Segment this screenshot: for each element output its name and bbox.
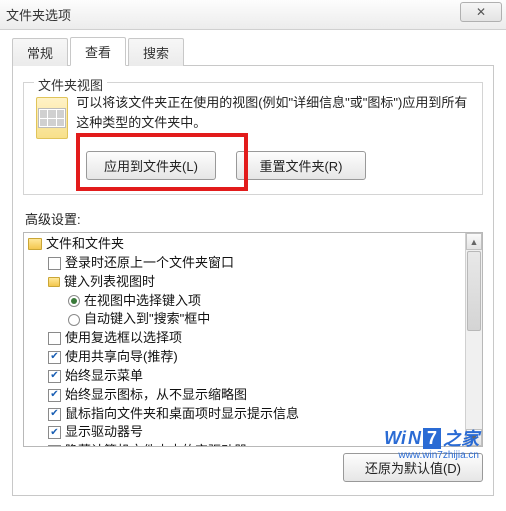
checkbox-icon[interactable] (48, 426, 61, 439)
tree-option-item[interactable]: 使用复选框以选择项 (28, 329, 464, 348)
tabstrip: 常规 查看 搜索 (12, 38, 494, 66)
checkbox-icon[interactable] (48, 370, 61, 383)
tree-option-item[interactable]: 始终显示菜单 (28, 367, 464, 386)
radio-icon[interactable] (68, 295, 80, 307)
checkbox-icon[interactable] (48, 445, 61, 447)
folder-icon (28, 238, 42, 250)
tree-folder-item: 键入列表视图时 (28, 273, 464, 292)
scroll-up-arrow[interactable]: ▲ (466, 233, 482, 250)
dialog-content: 常规 查看 搜索 文件夹视图 可以将该文件夹正在使用的视图(例如"详细信息"或"… (0, 30, 506, 508)
apply-to-folders-label: 应用到文件夹(L) (104, 159, 198, 174)
folder-views-row: 可以将该文件夹正在使用的视图(例如"详细信息"或"图标")应用到所有这种类型的文… (36, 93, 470, 139)
folder-views-description: 可以将该文件夹正在使用的视图(例如"详细信息"或"图标")应用到所有这种类型的文… (76, 93, 470, 132)
restore-defaults-row: 还原为默认值(D) (23, 453, 483, 482)
close-icon: ✕ (476, 5, 486, 19)
tree-option-item[interactable]: 在视图中选择键入项 (28, 292, 464, 311)
checkbox-icon[interactable] (48, 257, 61, 270)
groupbox-title: 文件夹视图 (34, 75, 107, 94)
scroll-down-arrow[interactable]: ▼ (466, 429, 482, 446)
tree-scrollbar[interactable]: ▲ ▼ (465, 233, 482, 446)
tree-item-label: 登录时还原上一个文件夹窗口 (65, 254, 234, 273)
checkbox-icon[interactable] (48, 351, 61, 364)
folder-views-buttons: 应用到文件夹(L) 重置文件夹(R) (86, 151, 470, 180)
tab-general[interactable]: 常规 (12, 38, 68, 66)
restore-defaults-button[interactable]: 还原为默认值(D) (343, 453, 483, 482)
close-button[interactable]: ✕ (460, 2, 502, 22)
reset-folders-button[interactable]: 重置文件夹(R) (236, 151, 366, 180)
checkbox-icon[interactable] (48, 332, 61, 345)
titlebar: 文件夹选项 ✕ (0, 0, 506, 30)
tree-root-item: 文件和文件夹 (28, 235, 464, 254)
radio-icon[interactable] (68, 314, 80, 326)
reset-folders-label: 重置文件夹(R) (259, 159, 342, 174)
advanced-settings-label: 高级设置: (25, 209, 483, 228)
tab-view-label: 查看 (85, 45, 111, 60)
tree-item-label: 显示驱动器号 (65, 423, 143, 442)
tree-item-label: 隐藏计算机文件夹中的空驱动器 (65, 442, 247, 447)
restore-defaults-label: 还原为默认值(D) (365, 461, 461, 476)
tab-search[interactable]: 搜索 (128, 38, 184, 66)
folder-icon (48, 277, 60, 287)
tab-general-label: 常规 (27, 46, 53, 61)
apply-to-folders-button[interactable]: 应用到文件夹(L) (86, 151, 216, 180)
tree-item-label: 键入列表视图时 (64, 273, 155, 292)
tree-item-label: 始终显示菜单 (65, 367, 143, 386)
checkbox-icon[interactable] (48, 389, 61, 402)
tree-option-item[interactable]: 使用共享向导(推荐) (28, 348, 464, 367)
scroll-thumb[interactable] (467, 251, 481, 331)
tree-option-item[interactable]: 登录时还原上一个文件夹窗口 (28, 254, 464, 273)
window-title: 文件夹选项 (6, 5, 71, 24)
tree-option-item[interactable]: 鼠标指向文件夹和桌面项时显示提示信息 (28, 405, 464, 424)
tree-item-label: 始终显示图标，从不显示缩略图 (65, 386, 247, 405)
tab-view[interactable]: 查看 (70, 37, 126, 66)
tree-item-label: 使用共享向导(推荐) (65, 348, 178, 367)
folder-views-icon (36, 97, 68, 139)
tabpanel-view: 文件夹视图 可以将该文件夹正在使用的视图(例如"详细信息"或"图标")应用到所有… (12, 66, 494, 496)
checkbox-icon[interactable] (48, 408, 61, 421)
advanced-settings-tree[interactable]: 文件和文件夹 登录时还原上一个文件夹窗口键入列表视图时在视图中选择键入项自动键入… (23, 232, 483, 447)
tree-option-item[interactable]: 隐藏计算机文件夹中的空驱动器 (28, 442, 464, 447)
tab-search-label: 搜索 (143, 46, 169, 61)
tree-item-label: 自动键入到"搜索"框中 (84, 310, 210, 329)
tree-item-label: 使用复选框以选择项 (65, 329, 182, 348)
tree-option-item[interactable]: 始终显示图标，从不显示缩略图 (28, 386, 464, 405)
tree-option-item[interactable]: 自动键入到"搜索"框中 (28, 310, 464, 329)
tree-item-label: 在视图中选择键入项 (84, 292, 201, 311)
tree-root-label: 文件和文件夹 (46, 235, 124, 254)
tree-item-label: 鼠标指向文件夹和桌面项时显示提示信息 (65, 405, 299, 424)
groupbox-folder-views: 文件夹视图 可以将该文件夹正在使用的视图(例如"详细信息"或"图标")应用到所有… (23, 82, 483, 195)
tree-option-item[interactable]: 显示驱动器号 (28, 423, 464, 442)
